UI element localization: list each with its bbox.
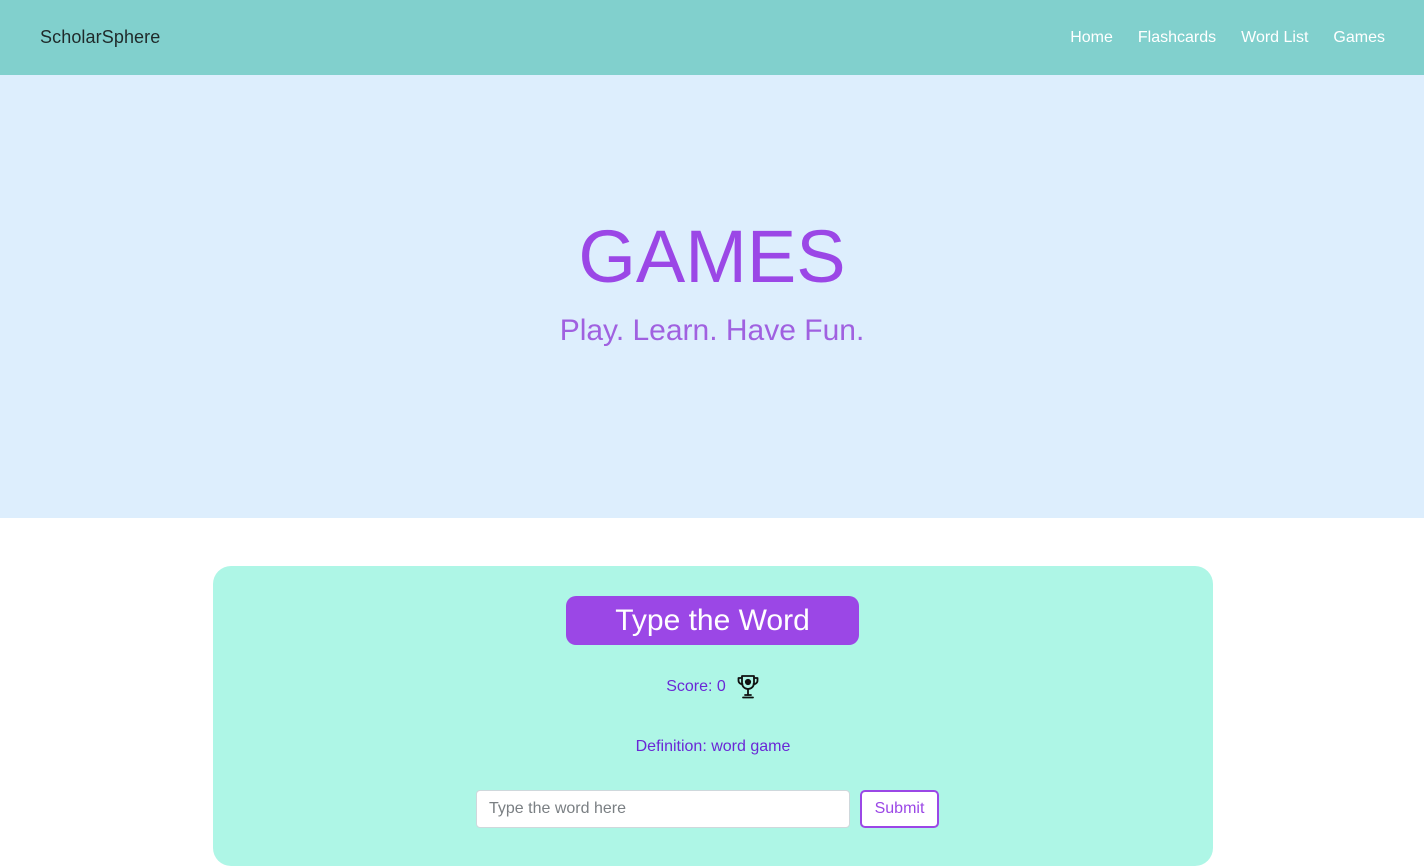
score-label: Score: 0 xyxy=(666,678,726,695)
nav-link-flashcards[interactable]: Flashcards xyxy=(1138,29,1216,47)
nav-link-games[interactable]: Games xyxy=(1333,29,1385,47)
game-title-banner: Type the Word xyxy=(566,596,859,645)
nav-link-home[interactable]: Home xyxy=(1070,29,1113,47)
definition-text: Definition: word game xyxy=(635,738,791,755)
brand-logo-link[interactable]: ScholarSphere xyxy=(40,27,160,48)
nav-links: Home Flashcards Word List Games xyxy=(1070,29,1385,47)
word-input[interactable] xyxy=(476,790,850,828)
score-row: Score: 0 xyxy=(213,674,1213,700)
nav-link-word-list[interactable]: Word List xyxy=(1241,29,1308,47)
navbar: ScholarSphere Home Flashcards Word List … xyxy=(0,0,1424,75)
hero-section: GAMES Play. Learn. Have Fun. xyxy=(0,75,1424,518)
submit-button[interactable]: Submit xyxy=(860,790,939,828)
page-title: GAMES xyxy=(578,215,846,298)
game-card: Type the Word Score: 0 Definition: word … xyxy=(213,566,1213,866)
trophy-icon xyxy=(736,674,760,700)
page-subtitle: Play. Learn. Have Fun. xyxy=(559,314,865,347)
